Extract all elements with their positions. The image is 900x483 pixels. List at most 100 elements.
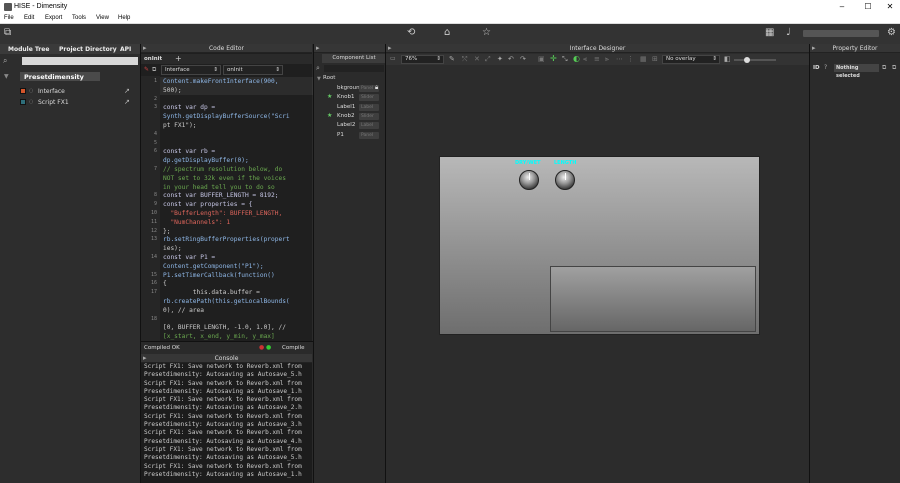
code-line[interactable]: 0), // area: [163, 307, 204, 315]
duplicate-icon[interactable]: ⤢: [485, 55, 491, 64]
panel-grip-icon[interactable]: ▸: [316, 44, 320, 52]
keyboard-icon[interactable]: ▦: [765, 27, 774, 38]
component-item-p1[interactable]: P1 Panel: [323, 131, 383, 140]
code-line[interactable]: [x_start, x_end, y_min, y_max]: [163, 333, 275, 341]
tab-module-tree[interactable]: Module Tree: [8, 46, 49, 53]
code-line[interactable]: NOT set to 32k even if the voices: [163, 175, 286, 183]
menu-edit[interactable]: Edit: [24, 15, 34, 21]
edit-pencil-icon[interactable]: ✎: [449, 55, 455, 63]
code-line[interactable]: this.data.buffer =: [163, 289, 260, 297]
menu-help[interactable]: Help: [118, 15, 130, 21]
align-right-icon[interactable]: ⫸: [605, 55, 609, 64]
component-root[interactable]: Root: [323, 75, 335, 81]
compile-button[interactable]: Compile: [282, 345, 305, 351]
grid-icon[interactable]: ▦: [640, 55, 647, 63]
menu-view[interactable]: View: [96, 15, 109, 21]
align-left-icon[interactable]: ⫷: [583, 55, 587, 64]
code-line[interactable]: "BufferLength": BUFFER_LENGTH,: [163, 210, 282, 218]
code-line[interactable]: Synth.getDisplayBufferSource("Scri: [163, 113, 290, 121]
code-line[interactable]: const var dp =: [163, 104, 215, 112]
distribute-v-icon[interactable]: ⋮: [627, 55, 634, 63]
pin-icon[interactable]: ✦: [497, 55, 503, 63]
code-line[interactable]: const var rb =: [163, 148, 215, 156]
root-module[interactable]: Presetdimensity: [20, 72, 100, 81]
guides-icon[interactable]: ⊞: [652, 55, 658, 63]
resize-icon[interactable]: ⤡: [562, 55, 568, 64]
help-icon[interactable]: ?: [824, 64, 827, 71]
code-line[interactable]: dp.getDisplayBuffer(0);: [163, 157, 249, 165]
panel-grip-icon[interactable]: ▸: [143, 354, 147, 362]
delete-icon[interactable]: ✕: [474, 55, 480, 63]
module-item-script-fx1[interactable]: Script FX1: [38, 99, 69, 106]
lock-icon[interactable]: ▣: [538, 55, 545, 63]
code-line[interactable]: rb.createPath(this.getLocalBounds(: [163, 298, 290, 306]
component-item-label1[interactable]: Label1 Label: [323, 103, 383, 112]
overlay-dropdown[interactable]: No overlay ⇕: [662, 55, 720, 64]
callback-dropdown[interactable]: onInit ⇕: [223, 65, 283, 75]
code-line[interactable]: const var P1 =: [163, 254, 215, 262]
component-item-knob1[interactable]: ★ Knob1 Slider: [323, 93, 383, 102]
slider-thumb[interactable]: [743, 57, 750, 63]
panel-grip-icon[interactable]: ▸: [143, 44, 147, 52]
code-content[interactable]: 1 Content.makeFrontInterface(900, 500); 2 3 c…: [141, 76, 313, 341]
open-external-icon[interactable]: ↗: [124, 98, 130, 106]
collapse-arrow-icon[interactable]: ▼: [4, 73, 9, 80]
history-icon[interactable]: ⟲: [407, 27, 415, 38]
code-line[interactable]: pt FX1");: [163, 122, 197, 130]
zoom-dropdown[interactable]: 76% ⇕: [401, 55, 444, 64]
code-tab-oninit[interactable]: onInit: [144, 56, 162, 62]
component-item-label2[interactable]: Label2 Label: [323, 121, 383, 130]
label-length[interactable]: LENGTH: [554, 160, 576, 166]
connect-icon[interactable]: ⤲: [462, 55, 468, 64]
live-mode-icon[interactable]: ◐: [573, 54, 580, 63]
collapse-arrow-icon[interactable]: ▼: [317, 76, 321, 82]
code-line[interactable]: in your head tell you to do so: [163, 184, 275, 192]
knob-length[interactable]: [555, 170, 575, 190]
panel-p1[interactable]: [550, 266, 756, 332]
panel-grip-icon[interactable]: ▸: [388, 44, 392, 52]
code-line[interactable]: Content.makeFrontInterface(900,: [163, 78, 278, 86]
distribute-h-icon[interactable]: ⋯: [616, 55, 623, 63]
code-line[interactable]: 500);: [163, 87, 182, 95]
settings-icon[interactable]: ⚙: [887, 27, 896, 38]
code-line[interactable]: ies);: [163, 245, 182, 253]
knob-drywet[interactable]: [519, 170, 539, 190]
interface-canvas[interactable]: DRY/WET LENGTH: [439, 156, 760, 335]
code-line[interactable]: [0, BUFFER_LENGTH, -1.0, 1.0], //: [163, 324, 286, 332]
favorite-star-icon[interactable]: ☆: [482, 27, 491, 38]
star-icon[interactable]: ★: [327, 93, 332, 100]
copy-icon[interactable]: ⧉: [882, 64, 886, 72]
menu-file[interactable]: File: [4, 15, 14, 21]
menu-export[interactable]: Export: [45, 15, 62, 21]
add-tab-icon[interactable]: +: [175, 54, 182, 63]
processor-dropdown[interactable]: Interface ⇕: [161, 65, 221, 75]
code-line[interactable]: };: [163, 228, 170, 236]
code-line[interactable]: const var BUFFER_LENGTH = 8192;: [163, 192, 278, 200]
menu-tools[interactable]: Tools: [72, 15, 86, 21]
align-center-icon[interactable]: ≡: [594, 55, 600, 63]
code-line[interactable]: Content.getComponent("P1");: [163, 263, 264, 271]
code-line[interactable]: {: [163, 280, 167, 288]
console-output[interactable]: Script FX1: Save network to Reverb.xml f…: [144, 363, 311, 481]
open-external-icon[interactable]: ↗: [124, 87, 130, 95]
code-line[interactable]: "NumChannels": 1: [163, 219, 230, 227]
popout-icon[interactable]: ⧉: [152, 66, 156, 74]
paste-icon[interactable]: ⧉: [892, 64, 896, 72]
music-note-icon[interactable]: ♩: [786, 27, 791, 38]
lock-icon[interactable]: 🔒︎: [375, 84, 378, 92]
close-button[interactable]: ✕: [880, 1, 900, 13]
home-icon[interactable]: ⌂: [444, 27, 450, 38]
new-window-icon[interactable]: ⧉: [4, 27, 11, 38]
undo-icon[interactable]: ↶: [508, 55, 514, 63]
component-search-input[interactable]: [324, 65, 384, 72]
maximize-button[interactable]: ☐: [858, 1, 878, 13]
star-icon[interactable]: ★: [327, 112, 332, 119]
module-item-interface[interactable]: Interface: [38, 88, 65, 95]
module-search-input[interactable]: [22, 57, 138, 65]
component-item-knob2[interactable]: ★ Knob2 Slider: [323, 112, 383, 121]
code-line[interactable]: rb.setRingBufferProperties(propert: [163, 236, 290, 244]
panel-grip-icon[interactable]: ▸: [812, 44, 816, 52]
minimize-button[interactable]: –: [832, 1, 852, 13]
tab-project-directory[interactable]: Project Directory: [59, 46, 117, 53]
label-drywet[interactable]: DRY/WET: [515, 160, 541, 166]
